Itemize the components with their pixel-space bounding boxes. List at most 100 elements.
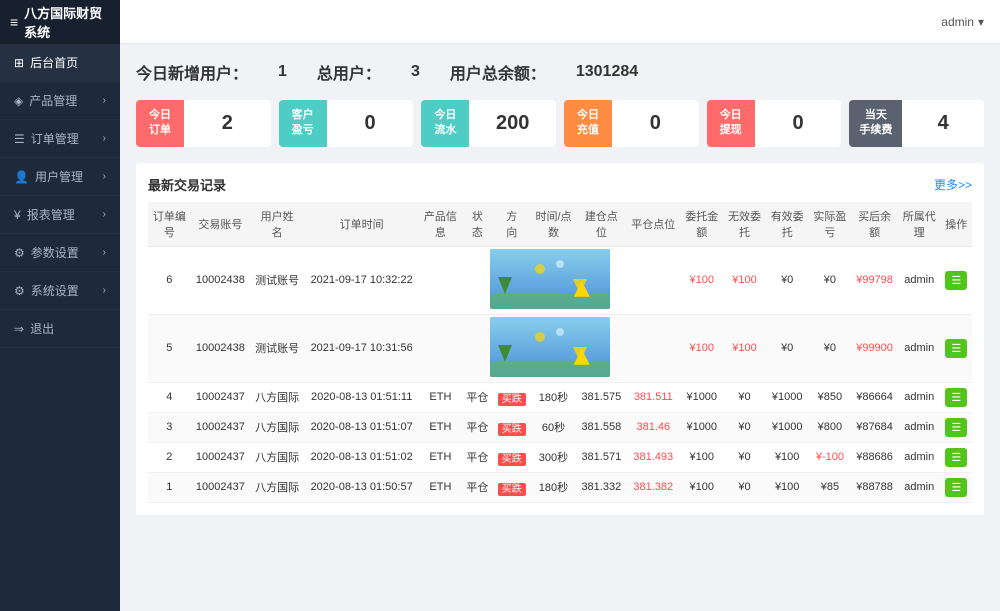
col-close: 平仓点位 [626,202,680,247]
card-today-recharge[interactable]: 今日充值 0 [564,100,699,147]
card-value: 0 [327,104,414,143]
sidebar-item-logout[interactable]: ⇒ 退出 [0,310,120,348]
orders-icon: ☰ [14,132,25,146]
action-button[interactable]: ☰ [945,271,967,290]
action-button[interactable]: ☰ [945,448,967,467]
table-title: 最新交易记录 [148,175,226,194]
table-row: 210002437八方国际2020-08-13 01:51:02ETH平仓买跌3… [148,442,972,472]
topbar: admin ▾ [120,0,1000,44]
sidebar-item-label: 参数设置 [31,244,79,261]
params-icon: ⚙ [14,246,25,260]
card-label: 今日提现 [707,100,755,147]
stats-row: 今日新增用户： 1 总用户： 3 用户总余额： 1301284 [136,60,984,84]
logout-icon: ⇒ [14,322,24,336]
sidebar: ≡ 八方国际财贸系统 ⊞ 后台首页 ◈ 产品管理 › ☰ 订单管理 › 👤 用户… [0,0,120,611]
users-icon: 👤 [14,170,29,184]
col-seconds: 时间/点数 [531,202,577,247]
system-icon: ⚙ [14,284,25,298]
chevron-down-icon: ▾ [978,15,984,29]
col-status: 状态 [462,202,493,247]
admin-menu[interactable]: admin ▾ [941,15,984,29]
col-balance: 买后余额 [851,202,898,247]
col-profit: 实际盈亏 [809,202,852,247]
table-row: 510002438测试账号2021-09-17 10:31:56 [148,314,972,382]
sidebar-item-label: 后台首页 [30,54,78,71]
card-label: 今日流水 [421,100,469,147]
card-value: 0 [612,104,699,143]
col-invalid: 无效委托 [723,202,766,247]
dashboard-icon: ⊞ [14,56,24,70]
col-product: 产品信息 [419,202,462,247]
direction-badge: 买跌 [498,393,526,406]
total-users-label: 总用户： [317,60,381,84]
card-label: 今日订单 [136,100,184,147]
col-order-id: 订单编号 [148,202,191,247]
col-agent: 所属代理 [898,202,941,247]
col-entrust: 委托金额 [680,202,723,247]
card-value: 200 [469,104,556,143]
balance-label: 用户总余额： [450,60,546,84]
new-users-value: 1 [278,63,287,81]
action-button[interactable]: ☰ [945,339,967,358]
col-username: 用户姓名 [250,202,304,247]
col-direction: 方向 [493,202,531,247]
sidebar-item-dashboard[interactable]: ⊞ 后台首页 [0,44,120,82]
col-action: 操作 [941,202,972,247]
sidebar-header: ≡ 八方国际财贸系统 [0,0,120,44]
transactions-table: 订单编号 交易账号 用户姓名 订单时间 产品信息 状态 方向 时间/点数 建仓点… [148,202,972,503]
balance-value: 1301284 [576,63,638,81]
cards-row: 今日订单 2 客户盈亏 0 今日流水 200 今日充值 0 今日提现 0 当天手… [136,100,984,147]
table-row: 110002437八方国际2020-08-13 01:50:57ETH平仓买跌1… [148,472,972,502]
sidebar-item-products[interactable]: ◈ 产品管理 › [0,82,120,120]
table-row: 410002437八方国际2020-08-13 01:51:11ETH平仓买跌1… [148,382,972,412]
sidebar-item-label: 退出 [30,320,54,337]
sidebar-item-params[interactable]: ⚙ 参数设置 › [0,234,120,272]
admin-label: admin [941,15,974,29]
card-label: 当天手续费 [849,100,902,147]
sidebar-item-orders[interactable]: ☰ 订单管理 › [0,120,120,158]
col-order-time: 订单时间 [304,202,419,247]
sidebar-item-label: 产品管理 [29,92,77,109]
sidebar-item-label: 用户管理 [35,168,83,185]
more-link[interactable]: 更多>> [934,176,972,193]
table-section: 最新交易记录 更多>> 订单编号 交易账号 用户姓名 订单时间 产品信息 状态 … [136,163,984,515]
chevron-right-icon: › [103,133,106,144]
action-button[interactable]: ☰ [945,418,967,437]
card-label: 客户盈亏 [279,100,327,147]
app-title: 八方国际财贸系统 [24,3,110,41]
sidebar-item-system[interactable]: ⚙ 系统设置 › [0,272,120,310]
product-image [490,249,610,309]
sidebar-item-label: 系统设置 [31,282,79,299]
chevron-right-icon: › [103,209,106,220]
action-button[interactable]: ☰ [945,388,967,407]
sidebar-item-users[interactable]: 👤 用户管理 › [0,158,120,196]
col-open: 建仓点位 [576,202,626,247]
sidebar-item-label: 报表管理 [27,206,75,223]
direction-badge: 买跌 [498,423,526,436]
menu-icon[interactable]: ≡ [10,14,18,30]
content-area: 今日新增用户： 1 总用户： 3 用户总余额： 1301284 今日订单 2 客… [120,44,1000,611]
card-value: 0 [755,104,842,143]
main-area: admin ▾ 今日新增用户： 1 总用户： 3 用户总余额： 1301284 … [120,0,1000,611]
new-users-label: 今日新增用户： [136,60,248,84]
col-trade-no: 交易账号 [191,202,250,247]
total-users-value: 3 [411,63,420,81]
card-value: 2 [184,104,271,143]
table-header: 最新交易记录 更多>> [148,175,972,194]
card-today-flow[interactable]: 今日流水 200 [421,100,556,147]
chevron-right-icon: › [103,285,106,296]
products-icon: ◈ [14,94,23,108]
chevron-right-icon: › [103,171,106,182]
table-row: 310002437八方国际2020-08-13 01:51:07ETH平仓买跌6… [148,412,972,442]
direction-badge: 买跌 [498,483,526,496]
card-label: 今日充值 [564,100,612,147]
card-daily-fee[interactable]: 当天手续费 4 [849,100,984,147]
card-client-profit[interactable]: 客户盈亏 0 [279,100,414,147]
action-button[interactable]: ☰ [945,478,967,497]
reports-icon: ¥ [14,208,21,222]
col-valid: 有效委托 [766,202,809,247]
product-image [490,317,610,377]
sidebar-item-reports[interactable]: ¥ 报表管理 › [0,196,120,234]
card-today-withdraw[interactable]: 今日提现 0 [707,100,842,147]
card-today-order[interactable]: 今日订单 2 [136,100,271,147]
